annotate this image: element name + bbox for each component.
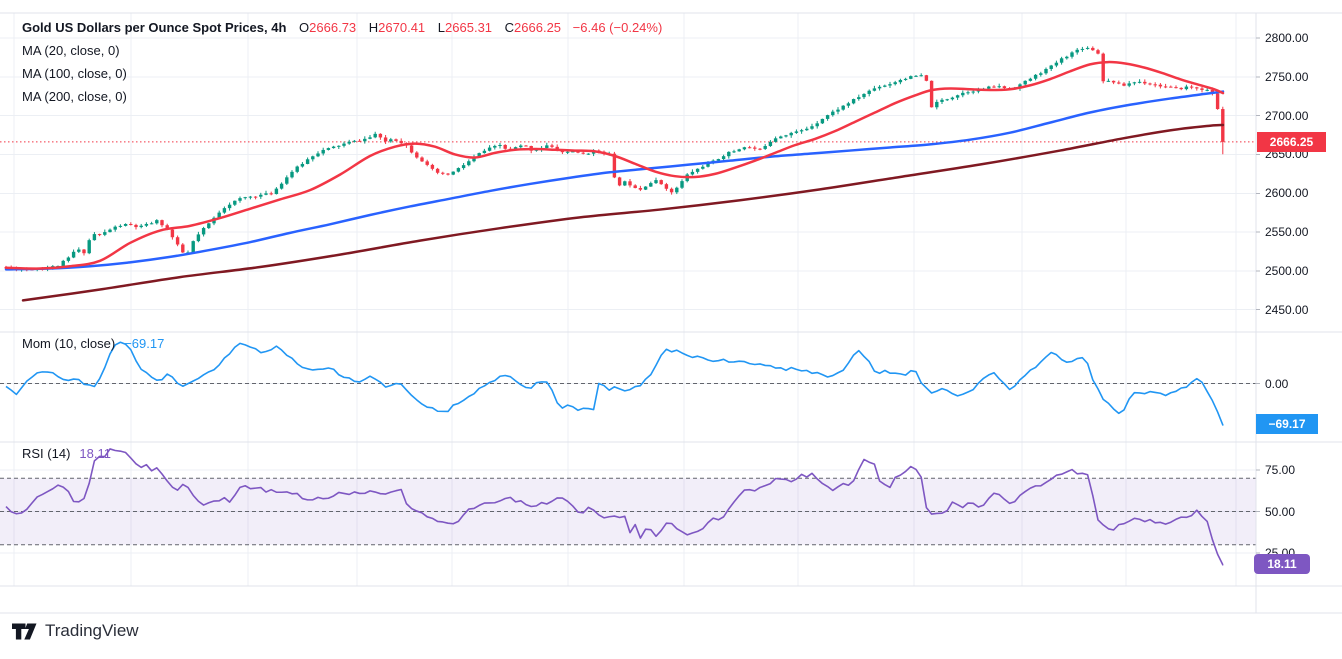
ma-100-legend-row[interactable]: MA (100, close, 0) [22, 62, 662, 85]
rsi-legend-row[interactable]: RSI (14) 18.11 [22, 446, 111, 461]
momentum-value: −69.17 [124, 336, 164, 351]
last-price-badge: 2666.25 [1257, 132, 1326, 152]
rsi-label: RSI (14) [22, 446, 70, 461]
momentum-legend-row[interactable]: Mom (10, close) −69.17 [22, 336, 164, 351]
ohlc-close-label: C [505, 20, 514, 35]
time-axis[interactable]: 10162012:00Oct711172312:00Nov7 [0, 586, 1256, 613]
symbol-legend-row[interactable]: Gold US Dollars per Ounce Spot Prices, 4… [22, 16, 662, 39]
ohlc-high-value: 2670.41 [378, 20, 425, 35]
momentum-value-badge: −69.17 [1256, 414, 1318, 434]
change-value: −6.46 (−0.24%) [573, 20, 663, 35]
momentum-label: Mom (10, close) [22, 336, 115, 351]
ohlc-low-label: L [438, 20, 445, 35]
ohlc-open-label: O [299, 20, 309, 35]
ma-20-legend-row[interactable]: MA (20, close, 0) [22, 39, 662, 62]
tradingview-logo[interactable]: TradingView [12, 621, 139, 641]
rsi-value: 18.11 [79, 446, 111, 461]
ma-200-legend-row[interactable]: MA (200, close, 0) [22, 85, 662, 108]
tradingview-logo-text: TradingView [45, 621, 139, 641]
tradingview-logo-icon [12, 623, 37, 640]
ohlc-close-value: 2666.25 [514, 20, 561, 35]
ohlc-low-value: 2665.31 [445, 20, 492, 35]
symbol-title: Gold US Dollars per Ounce Spot Prices, 4… [22, 20, 286, 35]
ohlc-open-value: 2666.73 [309, 20, 356, 35]
ohlc-high-label: H [369, 20, 378, 35]
tradingview-chart-window: Gold US Dollars per Ounce Spot Prices, 4… [0, 0, 1342, 659]
price-panel-legend: Gold US Dollars per Ounce Spot Prices, 4… [22, 16, 662, 108]
rsi-value-badge: 18.11 [1254, 554, 1310, 574]
